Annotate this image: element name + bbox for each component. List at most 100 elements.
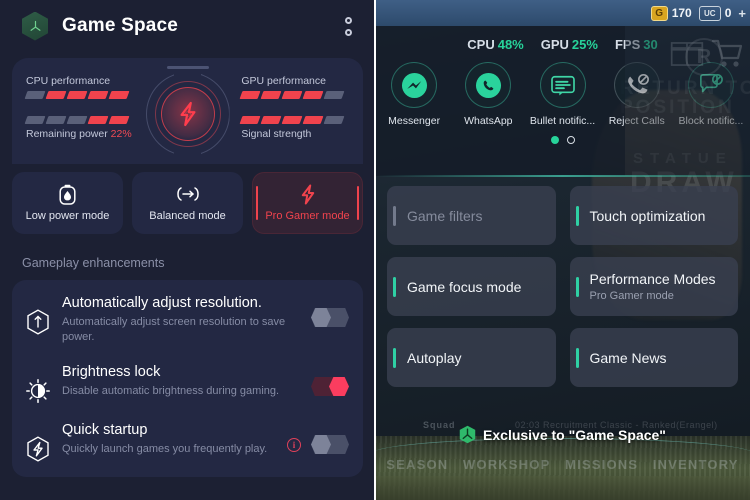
shortcut-row: Messenger WhatsApp Bullet notific... Rej… <box>375 58 750 127</box>
whatsapp-glyph <box>475 72 501 98</box>
mode-button-balanced[interactable]: Balanced mode <box>132 172 243 234</box>
segment <box>323 116 345 124</box>
segment <box>281 91 303 99</box>
segment <box>24 116 46 124</box>
info-icon[interactable]: i <box>287 437 301 452</box>
app-header: Game Space <box>0 0 375 52</box>
performance-stats-card: CPU performance Remaining power 22% GPU … <box>12 58 363 184</box>
toggle-brightness-lock[interactable] <box>311 377 349 396</box>
card-touch-optimization[interactable]: Touch optimization <box>569 186 738 245</box>
add-currency-icon[interactable]: + <box>738 6 746 21</box>
shortcut-label: Reject Calls <box>608 115 665 127</box>
list-item-brightness-lock[interactable]: Brightness lock Disable automatic bright… <box>12 353 363 411</box>
shortcut-label: WhatsApp <box>464 115 513 127</box>
page-title: Game Space <box>62 15 179 36</box>
card-game-filters[interactable]: Game filters <box>387 186 556 245</box>
card-game-news[interactable]: Game News <box>569 328 738 387</box>
perf-gpu: GPU 25% <box>541 37 598 52</box>
card-autoplay[interactable]: Autoplay <box>387 328 556 387</box>
game-space-logo-icon <box>22 11 48 41</box>
reject-call-glyph <box>627 73 649 94</box>
page-dot-1[interactable] <box>550 136 559 144</box>
segment <box>281 116 303 124</box>
remaining-power-value: 22% <box>110 128 132 140</box>
balance-arrows-icon <box>175 184 201 204</box>
segment <box>24 91 46 99</box>
card-title: Game filters <box>407 207 483 224</box>
battery-drop-icon <box>59 184 76 205</box>
messenger-glyph <box>401 72 427 98</box>
brightness-icon <box>26 379 50 403</box>
list-item-text: Brightness lock Disable automatic bright… <box>62 363 299 399</box>
perf-fps-value: 30 <box>643 36 658 52</box>
gold-value: 170 <box>671 6 692 20</box>
signal-strength-label: Signal strength <box>241 128 312 140</box>
menu-dot <box>344 28 352 36</box>
performance-readout: CPU 48% GPU 25% FPS 30 <box>375 26 750 58</box>
toggle-auto-resolution[interactable] <box>311 308 349 327</box>
block-notification-glyph <box>699 74 723 93</box>
perf-gpu-value: 25% <box>571 36 598 52</box>
exclusive-footer: Exclusive to "Game Space" <box>375 425 750 444</box>
list-item-auto-resolution[interactable]: Automatically adjust resolution. Automat… <box>12 284 363 353</box>
gold-currency[interactable]: G 170 <box>650 5 692 21</box>
card-performance-modes[interactable]: Performance Modes Pro Gamer mode <box>569 257 738 316</box>
uc-currency[interactable]: UC 0 <box>698 5 732 21</box>
game-nav-workshop[interactable]: WORKSHOP <box>463 457 551 472</box>
mode-gauge: Pro Gamer mode <box>134 70 242 184</box>
list-item-controls <box>311 377 349 396</box>
shortcut-whatsapp[interactable]: WhatsApp <box>455 62 521 127</box>
list-item-quick-startup[interactable]: Quick startup Quickly launch games you f… <box>12 411 363 469</box>
messenger-icon <box>391 62 438 108</box>
mode-button-pro-gamer[interactable]: Pro Gamer mode <box>252 172 363 234</box>
bullet-notification-glyph <box>550 75 575 96</box>
perf-cpu-label: CPU <box>467 36 495 52</box>
game-hud-top: G 170 UC 0 + <box>375 0 750 26</box>
perf-fps-label: FPS <box>614 36 641 52</box>
shortcut-reject-calls[interactable]: Reject Calls <box>604 62 670 127</box>
page-dot-2[interactable] <box>566 136 575 144</box>
uc-value: 0 <box>724 6 732 20</box>
game-nav-missions[interactable]: MISSIONS <box>565 457 638 472</box>
game-nav-inventory[interactable]: INVENTORY <box>653 457 739 472</box>
two-dot-menu-icon[interactable] <box>337 13 359 39</box>
shortcut-label: Bullet notific... <box>529 115 596 127</box>
segment <box>108 116 130 124</box>
brightness-glyph <box>26 379 50 403</box>
list-item-controls: i <box>287 435 349 454</box>
game-nav-season[interactable]: SEASON <box>386 457 448 472</box>
shortcut-bullet-notification[interactable]: Bullet notific... <box>529 62 595 127</box>
game-space-overlay: CPU 48% GPU 25% FPS 30 Messenger WhatsAp… <box>375 26 750 176</box>
gold-badge-icon: G <box>650 5 668 21</box>
lightning-bolt-glyph <box>301 184 314 204</box>
feature-card-grid: Game filters Touch optimization Game foc… <box>375 186 750 387</box>
toggle-quick-startup[interactable] <box>311 435 349 454</box>
card-game-focus-mode[interactable]: Game focus mode <box>387 257 556 316</box>
segment <box>66 116 88 124</box>
quick-startup-glyph <box>27 436 49 462</box>
resolution-hexagon-icon <box>26 309 50 335</box>
game-space-app-panel: Game Space CPU performance Remaining pow… <box>0 0 375 500</box>
perf-cpu-value: 48% <box>497 36 524 52</box>
mode-label: Balanced mode <box>149 210 226 222</box>
perf-cpu: CPU 48% <box>467 37 523 52</box>
list-item-description: Quickly launch games you frequently play… <box>62 443 268 455</box>
uc-badge-icon: UC <box>698 5 721 21</box>
exclusive-label: Exclusive to "Game Space" <box>483 426 666 443</box>
drag-handle[interactable] <box>166 66 209 69</box>
shortcut-block-notification[interactable]: Block notific... <box>678 62 744 127</box>
card-title: Performance Modes <box>589 270 716 287</box>
segment <box>302 116 324 124</box>
propeller-glyph <box>30 20 40 31</box>
mode-button-low-power[interactable]: Low power mode <box>12 172 123 234</box>
page-indicator <box>375 136 750 144</box>
remaining-power-text: Remaining power <box>26 128 108 140</box>
segment <box>66 91 88 99</box>
overlay-edge-line <box>375 175 750 177</box>
mode-label: Pro Gamer mode <box>265 210 350 222</box>
shortcut-messenger[interactable]: Messenger <box>381 62 447 127</box>
menu-dot <box>344 16 352 24</box>
segment <box>87 91 109 99</box>
whatsapp-icon <box>465 62 512 108</box>
reject-call-icon <box>613 62 660 108</box>
